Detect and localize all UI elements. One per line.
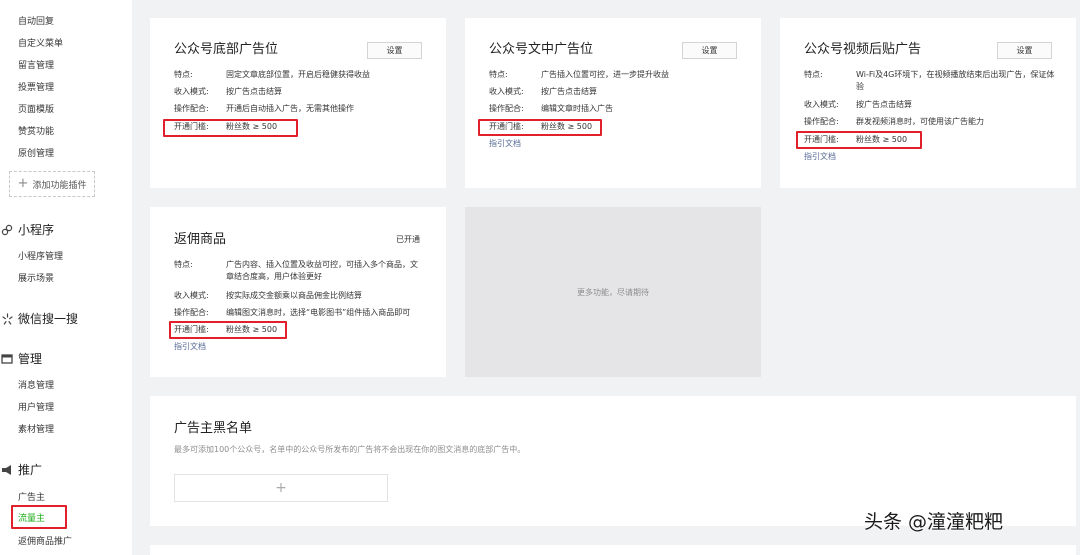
operation-row: 操作配合: 群发视频消息时，可使用该广告能力 [804,116,1056,128]
row-key: 收入模式: [174,87,209,96]
guide-doc-link[interactable]: 指引文档 [174,341,206,353]
sidebar-item-appreciation[interactable]: 赞赏功能 [18,126,54,138]
sidebar-item-custom-menu[interactable]: 自定义菜单 [18,38,63,50]
highlight-box [169,321,287,339]
section-title: 管理 [18,352,43,366]
row-value: 编辑图文消息时，选择“电影图书”组件插入商品即可 [226,308,411,317]
operation-row: 操作配合: 开通后自动插入广告，无需其他操作 [174,103,424,115]
add-plugin-button[interactable]: + 添加功能插件 [9,171,95,197]
row-key: 特点: [804,70,823,79]
sidebar-item-advertiser[interactable]: 广告主 [18,492,45,504]
feature-row: 特点: 广告内容、插入位置及收益可控，可插入多个商品，文章结合度高，用户体验更好 [174,259,424,283]
row-key: 收入模式: [489,87,524,96]
row-value: Wi-Fi及4G环境下，在视频播放结束后出现广告，保证体验 [856,70,1055,91]
more-features-placeholder: 更多功能，尽请期待 [465,207,761,377]
blacklist-title: 广告主黑名单 [174,421,253,436]
row-value: 群发视频消息时，可使用该广告能力 [856,117,984,126]
income-row: 收入模式: 按广告点击结算 [174,86,424,98]
section-title: 推广 [18,463,43,477]
row-value: 按广告点击结算 [856,100,912,109]
row-key: 收入模式: [174,291,209,300]
highlight-box [478,119,602,136]
row-key: 特点: [489,70,508,79]
row-value: 开通后自动插入广告，无需其他操作 [226,104,354,113]
income-row: 收入模式: 按广告点击结算 [489,86,739,98]
card-next-partial [150,545,1076,555]
sidebar-item-messages[interactable]: 消息管理 [18,380,54,392]
card-video-ad: 公众号视频后贴广告 设置 特点: Wi-Fi及4G环境下，在视频播放结束后出现广告… [780,18,1076,188]
sidebar: 自动回复 自定义菜单 留言管理 投票管理 页面模版 赞赏功能 原创管理 + 添加… [0,0,132,555]
row-value: 按广告点击结算 [226,87,282,96]
blacklist-description: 最多可添加100个公众号，名单中的公众号所发布的广告将不会出现在你的图文消息的底… [174,445,526,454]
row-value: 广告插入位置可控，进一步提升收益 [541,70,669,79]
row-key: 操作配合: [804,117,839,126]
card-title: 公众号视频后贴广告 [804,42,922,57]
row-key: 收入模式: [804,100,839,109]
card-title: 返佣商品 [174,232,227,247]
add-blacklist-button[interactable]: + [174,474,388,502]
row-key: 特点: [174,70,193,79]
sidebar-section-search[interactable]: 微信搜一搜 [0,311,78,327]
sidebar-section-manage: 管理 [0,351,42,367]
card-title: 公众号底部广告位 [174,42,279,57]
sidebar-item-page-templates[interactable]: 页面模版 [18,104,54,116]
row-key: 特点: [174,260,193,269]
sidebar-section-promote: 推广 [0,462,42,478]
sidebar-item-votes[interactable]: 投票管理 [18,82,54,94]
plus-icon: + [17,176,29,191]
card-middle-ad: 公众号文中广告位 设置 特点: 广告插入位置可控，进一步提升收益 收入模式: 按广告… [465,18,761,188]
sidebar-item-miniprogram-manage[interactable]: 小程序管理 [18,251,63,263]
income-row: 收入模式: 按实际成交金额乘以商品佣金比例结算 [174,290,424,302]
feature-row: 特点: 广告插入位置可控，进一步提升收益 [489,69,739,81]
feature-row: 特点: Wi-Fi及4G环境下，在视频播放结束后出现广告，保证体验 [804,69,1056,93]
sidebar-item-auto-reply[interactable]: 自动回复 [18,16,54,28]
row-value: 按广告点击结算 [541,87,597,96]
section-title: 小程序 [18,223,55,237]
row-value: 固定文章底部位置，开启后稳健获得收益 [226,70,370,79]
settings-button[interactable]: 设置 [997,42,1052,59]
row-value: 编辑文章时插入广告 [541,104,613,113]
card-rebate-goods: 返佣商品 已开通 特点: 广告内容、插入位置及收益可控，可插入多个商品，文章结合度… [150,207,446,377]
folder-icon [0,352,14,366]
row-value: 广告内容、插入位置及收益可控，可插入多个商品，文章结合度高，用户体验更好 [226,260,418,281]
guide-doc-link[interactable]: 指引文档 [489,138,521,150]
sidebar-item-materials[interactable]: 素材管理 [18,424,54,436]
sidebar-item-display-scene[interactable]: 展示场景 [18,273,54,285]
feature-row: 特点: 固定文章底部位置，开启后稳健获得收益 [174,69,424,81]
operation-row: 操作配合: 编辑文章时插入广告 [489,103,739,115]
sidebar-item-comments[interactable]: 留言管理 [18,60,54,72]
row-key: 操作配合: [489,104,524,113]
income-row: 收入模式: 按广告点击结算 [804,99,1056,111]
sidebar-section-miniprogram: 小程序 [0,222,54,238]
sidebar-item-rebate-promo[interactable]: 返佣商品推广 [18,536,72,548]
settings-button[interactable]: 设置 [367,42,422,59]
row-value: 按实际成交金额乘以商品佣金比例结算 [226,291,362,300]
card-bottom-ad: 公众号底部广告位 设置 特点: 固定文章底部位置，开启后稳健获得收益 收入模式: 按… [150,18,446,188]
status-enabled: 已开通 [396,235,420,244]
card-title: 公众号文中广告位 [489,42,594,57]
plus-icon: + [275,480,287,496]
guide-doc-link[interactable]: 指引文档 [804,151,836,163]
highlight-box [11,505,67,529]
megaphone-icon [0,463,14,477]
add-plugin-label: 添加功能插件 [32,180,87,191]
link-icon [0,223,14,237]
more-features-label: 更多功能，尽请期待 [577,287,649,297]
row-key: 操作配合: [174,104,209,113]
settings-button[interactable]: 设置 [682,42,737,59]
row-key: 操作配合: [174,308,209,317]
watermark: 头条 @潼潼粑粑 [864,511,1004,533]
section-title: 微信搜一搜 [18,312,79,326]
sidebar-item-originals[interactable]: 原创管理 [18,148,54,160]
search-sparkle-icon [0,312,14,326]
sidebar-item-users[interactable]: 用户管理 [18,402,54,414]
highlight-box [796,131,922,149]
operation-row: 操作配合: 编辑图文消息时，选择“电影图书”组件插入商品即可 [174,307,424,319]
highlight-box [163,119,298,137]
